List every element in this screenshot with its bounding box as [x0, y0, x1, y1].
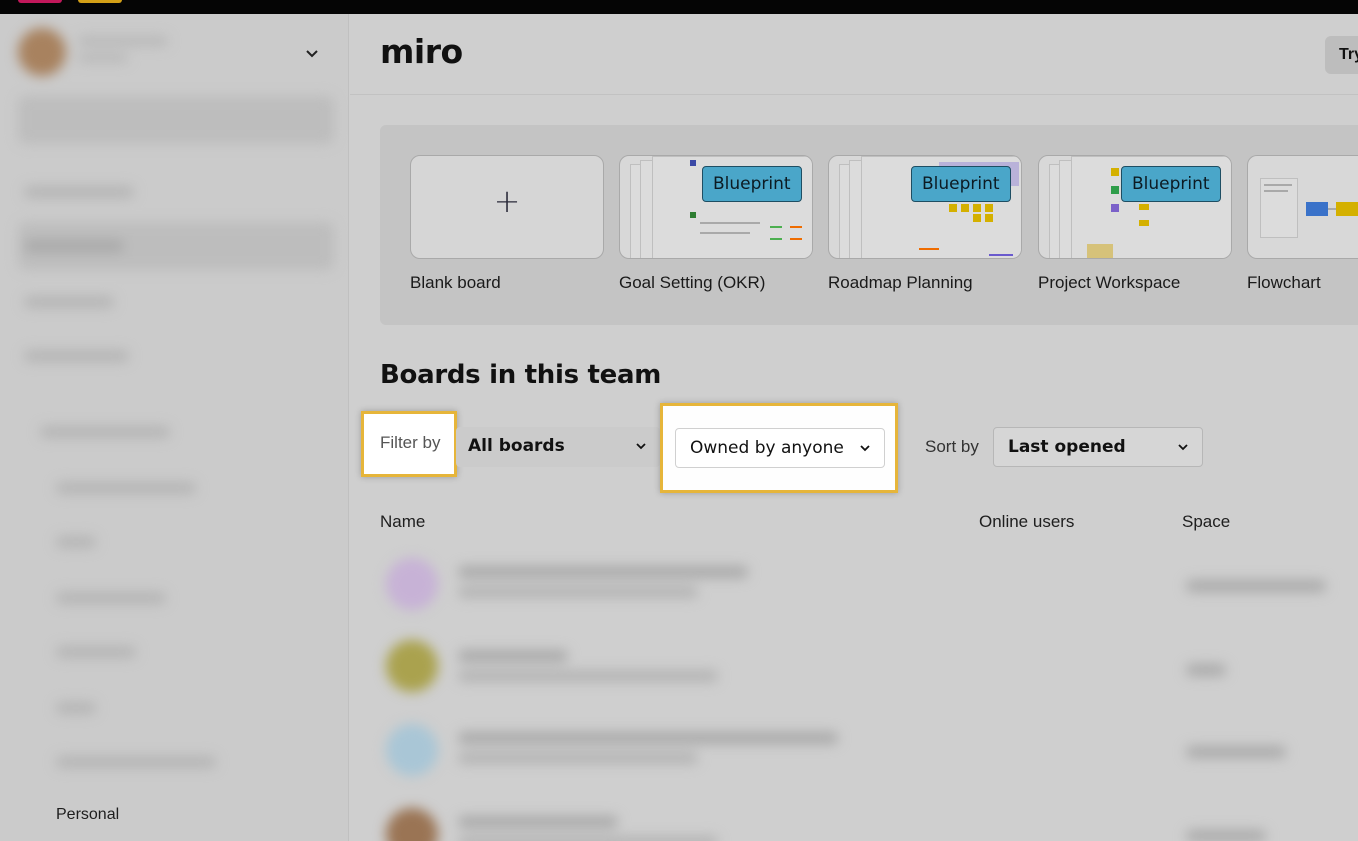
miro-logo: miro: [380, 32, 463, 71]
thumbnail-mark: [985, 204, 993, 212]
board-thumbnail: [386, 640, 438, 692]
template-label[interactable]: Project Workspace: [1038, 273, 1180, 293]
board-list: [386, 546, 1332, 841]
sidebar-item[interactable]: [56, 592, 166, 604]
sidebar-item[interactable]: [56, 536, 96, 548]
board-title-placeholder: [458, 816, 618, 828]
sidebar-item[interactable]: [24, 350, 129, 362]
chevron-down-icon: [636, 443, 646, 450]
board-space-placeholder: [1186, 580, 1326, 592]
board-thumbnail: [386, 808, 438, 841]
thumbnail-mark: [1139, 220, 1149, 226]
thumbnail-mark: [1111, 168, 1119, 176]
sidebar-item[interactable]: [40, 426, 170, 438]
thumbnail-mark: [1328, 208, 1336, 210]
thumbnail-mark: [770, 226, 782, 228]
thumbnail-mark: [1264, 190, 1288, 192]
blueprint-badge: Blueprint: [1121, 166, 1221, 202]
column-header-online-users[interactable]: Online users: [979, 512, 1074, 532]
boards-section-title: Boards in this team: [380, 360, 662, 390]
column-header-space[interactable]: Space: [1182, 512, 1230, 532]
template-card-blank-board[interactable]: +: [410, 155, 604, 259]
sidebar-item-personal[interactable]: Personal: [56, 806, 119, 824]
thumbnail-mark: [700, 232, 750, 234]
thumbnail-mark: [919, 248, 939, 250]
board-title-placeholder: [458, 732, 838, 744]
sort-value: Last opened: [1008, 437, 1126, 457]
thumbnail-mark: [1306, 202, 1328, 216]
template-label[interactable]: Roadmap Planning: [828, 273, 973, 293]
thumbnail-mark: [985, 214, 993, 222]
board-space-placeholder: [1186, 746, 1286, 758]
sidebar-item[interactable]: [56, 702, 96, 714]
board-space-placeholder: [1186, 830, 1266, 841]
templates-panel: + Blank board Blueprint Goal Setting (OK…: [380, 125, 1358, 325]
thumbnail-mark: [949, 204, 957, 212]
template-card-project-workspace[interactable]: Blueprint: [1038, 155, 1232, 259]
board-thumbnail: [386, 724, 438, 776]
thumbnail-mark: [989, 254, 1013, 256]
thumbnail-mark: [1336, 202, 1358, 216]
board-meta-placeholder: [458, 752, 698, 764]
board-meta-placeholder: [458, 836, 718, 841]
team-name-placeholder: [78, 36, 168, 46]
template-card-goal-setting[interactable]: Blueprint: [619, 155, 813, 259]
board-thumbnail: [386, 558, 438, 610]
sort-dropdown[interactable]: Last opened: [993, 427, 1203, 467]
header-divider: [350, 94, 1358, 95]
sidebar-item[interactable]: [56, 756, 216, 768]
board-space-placeholder: [1186, 664, 1226, 676]
thumbnail-mark: [690, 160, 696, 166]
thumbnail-mark: [973, 214, 981, 222]
sidebar-item[interactable]: [24, 240, 124, 252]
thumbnail-mark: [1111, 204, 1119, 212]
template-label[interactable]: Blank board: [410, 273, 501, 293]
thumbnail-sheet: [1260, 178, 1298, 238]
thumbnail-mark: [790, 226, 802, 228]
plus-icon: +: [493, 182, 521, 220]
template-card-roadmap-planning[interactable]: Blueprint: [828, 155, 1022, 259]
board-filter-dropdown[interactable]: All boards: [456, 427, 660, 467]
highlight-frame: [660, 403, 898, 493]
os-top-bar: [0, 0, 1358, 14]
sort-by-label: Sort by: [925, 437, 979, 456]
thumbnail-mark: [1111, 186, 1119, 194]
sidebar-item[interactable]: [56, 646, 136, 658]
thumbnail-mark: [961, 204, 969, 212]
sidebar-item[interactable]: [56, 482, 196, 494]
thumbnail-mark: [973, 204, 981, 212]
board-meta-placeholder: [458, 586, 698, 598]
thumbnail-mark: [1087, 244, 1113, 258]
thumbnail-mark: [1139, 204, 1149, 210]
main-content: miro Try + Blank board Blueprint Goal Se…: [350, 14, 1358, 841]
chevron-down-icon[interactable]: [302, 44, 322, 64]
try-button[interactable]: Try: [1325, 36, 1358, 74]
thumbnail-mark: [770, 238, 782, 240]
thumbnail-mark: [690, 212, 696, 218]
team-avatar[interactable]: [18, 28, 66, 76]
blueprint-badge: Blueprint: [911, 166, 1011, 202]
sidebar: Personal: [0, 14, 349, 841]
highlight-frame: [361, 411, 457, 477]
template-label[interactable]: Flowchart: [1247, 273, 1321, 293]
app-chip: [78, 0, 122, 3]
board-filter-value: All boards: [468, 436, 565, 456]
app-chip: [18, 0, 62, 3]
thumbnail-mark: [700, 222, 760, 224]
thumbnail-mark: [1264, 184, 1292, 186]
blueprint-badge: Blueprint: [702, 166, 802, 202]
sidebar-item[interactable]: [24, 186, 134, 198]
board-meta-placeholder: [458, 670, 718, 682]
sidebar-item[interactable]: [24, 296, 114, 308]
board-title-placeholder: [458, 650, 568, 662]
chevron-down-icon: [1178, 444, 1188, 451]
sidebar-search[interactable]: [18, 96, 334, 144]
template-label[interactable]: Goal Setting (OKR): [619, 273, 765, 293]
team-subtitle-placeholder: [78, 54, 128, 62]
thumbnail-mark: [790, 238, 802, 240]
template-card-flowchart[interactable]: [1247, 155, 1358, 259]
column-header-name[interactable]: Name: [380, 512, 425, 532]
board-title-placeholder: [458, 566, 748, 578]
try-button-label: Try: [1339, 46, 1358, 63]
